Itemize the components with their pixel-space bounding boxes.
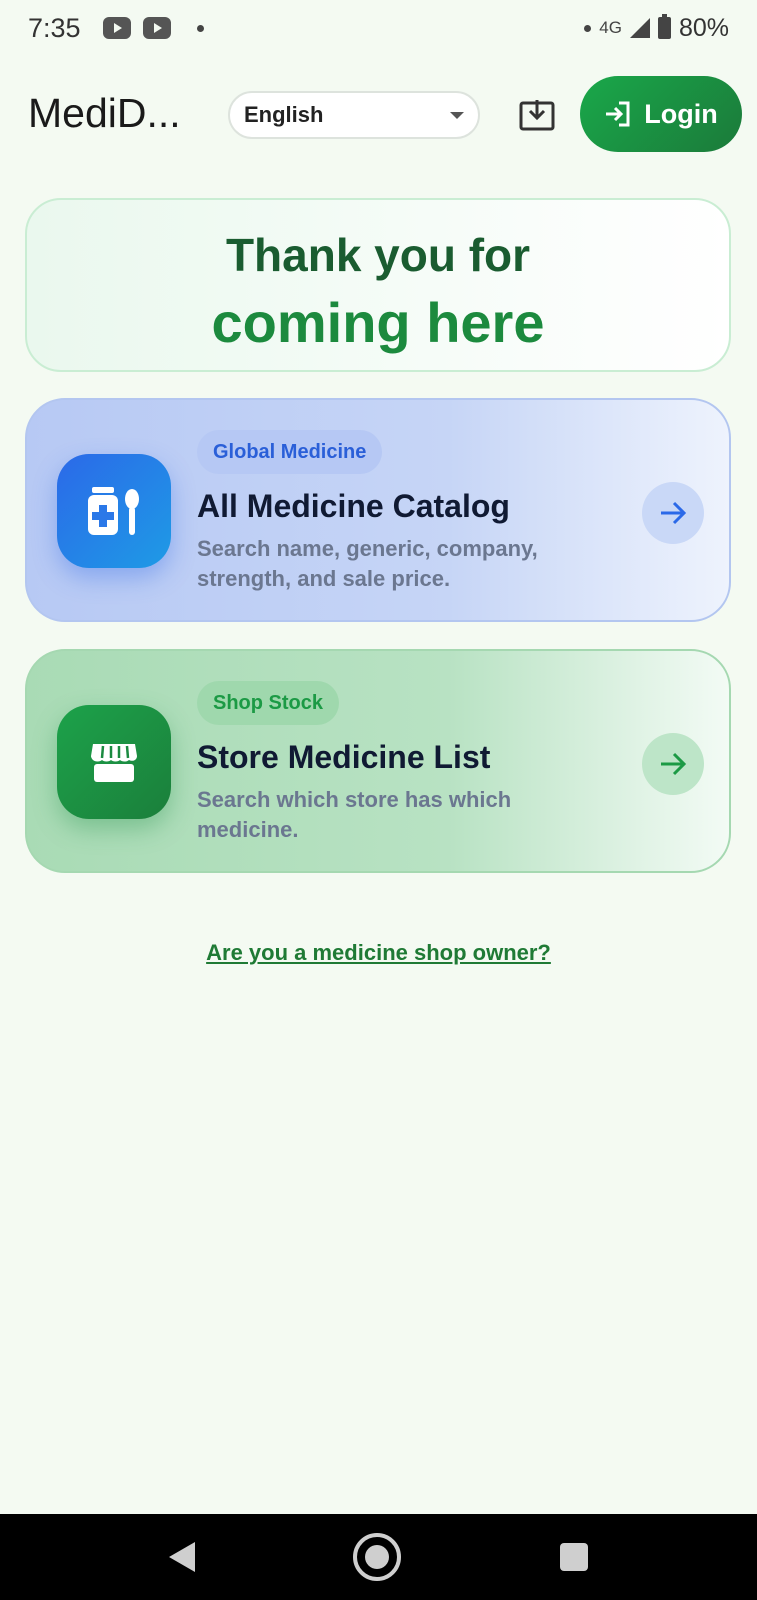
store-medicine-list-card[interactable]: Shop Stock Store Medicine List Search wh… [25, 649, 731, 873]
open-store-list-button[interactable] [642, 733, 704, 795]
status-time: 7:35 [28, 12, 81, 43]
card-badge: Global Medicine [197, 430, 383, 474]
home-icon[interactable] [353, 1533, 402, 1581]
battery-icon [657, 14, 671, 39]
medicine-bottle-spoon-icon [57, 454, 171, 568]
network-type: 4G [599, 18, 622, 37]
battery-percent: 80% [678, 13, 729, 42]
open-catalog-button[interactable] [642, 482, 704, 544]
language-select[interactable]: English [228, 91, 480, 139]
notification-dot-icon [196, 24, 204, 32]
recent-apps-icon[interactable] [559, 1543, 588, 1571]
welcome-line-1: Thank you for [225, 229, 531, 281]
youtube-notification-icon [102, 17, 131, 39]
app-title: MediD... [28, 90, 181, 136]
language-select-value: English [244, 102, 324, 127]
back-icon[interactable] [169, 1542, 196, 1572]
card-description: Search name, generic, company, strength,… [197, 536, 538, 591]
card-title: All Medicine Catalog [197, 488, 510, 524]
welcome-card: Thank you for coming here [25, 198, 731, 372]
chevron-down-icon [450, 111, 464, 119]
shop-owner-link[interactable]: Are you a medicine shop owner? [0, 940, 757, 966]
download-button[interactable] [518, 98, 556, 132]
login-label: Login [644, 98, 718, 129]
arrow-right-icon [661, 752, 687, 776]
storefront-icon [57, 705, 171, 819]
system-nav-bar [0, 1514, 757, 1600]
signal-icon [629, 18, 650, 38]
card-description: Search which store has which medicine. [197, 787, 512, 842]
status-dot-icon [584, 24, 592, 32]
card-badge: Shop Stock [197, 681, 340, 725]
app-header: MediD... English Login [0, 76, 757, 154]
login-icon [606, 101, 630, 127]
welcome-line-2: coming here [211, 291, 545, 354]
all-medicine-catalog-card[interactable]: Global Medicine All Medicine Catalog Sea… [25, 398, 731, 622]
arrow-right-icon [661, 501, 687, 525]
login-button[interactable]: Login [580, 76, 742, 152]
status-bar: 7:35 4G 80% [0, 0, 757, 56]
download-icon [519, 100, 555, 131]
youtube-notification-icon [142, 17, 171, 39]
card-title: Store Medicine List [197, 739, 491, 775]
